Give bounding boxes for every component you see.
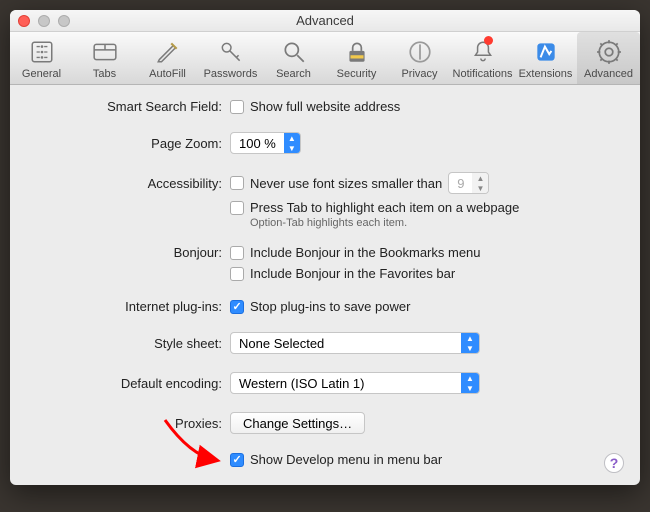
tab-highlight-checkbox[interactable]: Press Tab to highlight each item on a we… xyxy=(230,200,519,215)
bonjour-bookmarks-checkbox[interactable]: Include Bonjour in the Bookmarks menu xyxy=(230,245,481,260)
checkbox-label: Show full website address xyxy=(250,99,400,114)
smart-search-label: Smart Search Field: xyxy=(30,99,230,114)
extensions-icon xyxy=(532,38,560,66)
tab-notifications[interactable]: Notifications xyxy=(451,32,514,84)
page-zoom-stepper[interactable]: 100 % ▲▼ xyxy=(230,132,301,154)
window-title: Advanced xyxy=(10,13,640,28)
stylesheet-select[interactable]: None Selected ▲▼ xyxy=(230,332,480,354)
lock-icon xyxy=(343,38,371,66)
stepper-arrows-icon: ▲▼ xyxy=(284,133,300,153)
preferences-toolbar: General Tabs AutoFill Passwords Search xyxy=(10,32,640,85)
encoding-label: Default encoding: xyxy=(30,376,230,391)
checkbox-label: Include Bonjour in the Favorites bar xyxy=(250,266,455,281)
plugins-label: Internet plug-ins: xyxy=(30,299,230,314)
key-icon xyxy=(217,38,245,66)
encoding-select[interactable]: Western (ISO Latin 1) ▲▼ xyxy=(230,372,480,394)
bell-icon xyxy=(469,38,497,66)
button-label: Change Settings… xyxy=(243,416,352,431)
stop-plugins-checkbox[interactable]: Stop plug-ins to save power xyxy=(230,299,410,314)
stylesheet-label: Style sheet: xyxy=(30,336,230,351)
checkbox-label: Press Tab to highlight each item on a we… xyxy=(250,200,519,215)
checkbox-label: Never use font sizes smaller than xyxy=(250,176,442,191)
tab-general[interactable]: General xyxy=(10,32,73,84)
tab-passwords[interactable]: Passwords xyxy=(199,32,262,84)
show-full-address-checkbox[interactable]: Show full website address xyxy=(230,99,400,114)
tab-security[interactable]: Security xyxy=(325,32,388,84)
select-arrows-icon: ▲▼ xyxy=(461,333,479,353)
help-button[interactable]: ? xyxy=(604,453,624,473)
tab-extensions[interactable]: Extensions xyxy=(514,32,577,84)
tabs-icon xyxy=(91,38,119,66)
bonjour-favorites-checkbox[interactable]: Include Bonjour in the Favorites bar xyxy=(230,266,455,281)
bonjour-label: Bonjour: xyxy=(30,245,230,260)
stepper-arrows-icon: ▲▼ xyxy=(472,173,488,193)
page-zoom-value: 100 % xyxy=(231,133,284,153)
page-zoom-label: Page Zoom: xyxy=(30,136,230,151)
tab-advanced[interactable]: Advanced xyxy=(577,32,640,84)
autofill-icon xyxy=(154,38,182,66)
tab-search[interactable]: Search xyxy=(262,32,325,84)
tab-autofill[interactable]: AutoFill xyxy=(136,32,199,84)
titlebar: Advanced xyxy=(10,10,640,32)
tab-highlight-hint: Option-Tab highlights each item. xyxy=(250,217,407,229)
checkbox-label: Include Bonjour in the Bookmarks menu xyxy=(250,245,481,260)
tab-label: Tabs xyxy=(73,68,136,80)
min-font-stepper[interactable]: 9 ▲▼ xyxy=(448,172,489,194)
tab-label: Notifications xyxy=(451,68,514,80)
tab-label: Advanced xyxy=(577,68,640,80)
search-icon xyxy=(280,38,308,66)
tab-label: General xyxy=(10,68,73,80)
tab-label: Privacy xyxy=(388,68,451,80)
change-settings-button[interactable]: Change Settings… xyxy=(230,412,365,434)
stylesheet-value: None Selected xyxy=(231,336,461,351)
preferences-window: Advanced General Tabs AutoFill Passwords xyxy=(10,10,640,485)
advanced-pane: Smart Search Field: Show full website ad… xyxy=(10,85,640,485)
general-icon xyxy=(28,38,56,66)
min-font-value: 9 xyxy=(449,173,472,193)
privacy-icon xyxy=(406,38,434,66)
gear-icon xyxy=(595,38,623,66)
min-font-checkbox[interactable]: Never use font sizes smaller than xyxy=(230,176,442,191)
encoding-value: Western (ISO Latin 1) xyxy=(231,376,461,391)
proxies-label: Proxies: xyxy=(30,416,230,431)
tab-label: Extensions xyxy=(514,68,577,80)
checkbox-label: Stop plug-ins to save power xyxy=(250,299,410,314)
tab-label: Search xyxy=(262,68,325,80)
checkbox-label: Show Develop menu in menu bar xyxy=(250,452,442,467)
notification-badge xyxy=(484,36,493,45)
show-develop-menu-checkbox[interactable]: Show Develop menu in menu bar xyxy=(230,452,442,467)
select-arrows-icon: ▲▼ xyxy=(461,373,479,393)
tab-tabs[interactable]: Tabs xyxy=(73,32,136,84)
tab-label: AutoFill xyxy=(136,68,199,80)
tab-label: Passwords xyxy=(199,68,262,80)
accessibility-label: Accessibility: xyxy=(30,176,230,191)
tab-privacy[interactable]: Privacy xyxy=(388,32,451,84)
tab-label: Security xyxy=(325,68,388,80)
